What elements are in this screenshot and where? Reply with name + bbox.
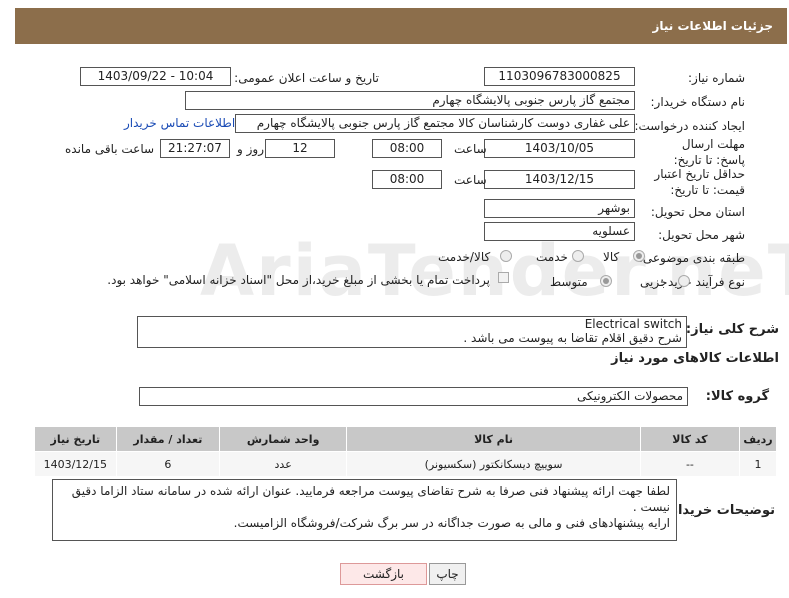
table-header-row: تاریخ نیاز تعداد / مقدار واحد شمارش نام … [34,426,777,452]
creator-label: ایجاد کننده درخواست: [634,119,745,133]
page-title: جزئیات اطلاعات نیاز [652,19,773,33]
category-option-goods-service: کالا/خدمت [438,250,491,264]
deadline-time-field: 08:00 [372,139,442,158]
process-label: نوع فرآیند خرید : [660,275,745,289]
cell-unit: عدد [219,451,348,477]
process-option-medium: متوسط [550,275,588,289]
remaining-label: ساعت باقی مانده [65,142,155,156]
deadline-date-field: 1403/10/05 [484,139,635,158]
cell-row: 1 [739,451,777,477]
col-quantity: تعداد / مقدار [115,426,221,452]
process-radio-minor[interactable] [678,275,690,287]
process-option-minor: جزیی [640,275,668,289]
announce-label: تاریخ و ساعت اعلان عمومی: [234,71,379,85]
days-label: روز و [237,142,264,156]
col-row: ردیف [739,426,777,452]
buyer-notes-line1: لطفا جهت ارائه پیشنهاد فنی صرفا به شرح ت… [71,484,670,498]
deadline-time-label: ساعت [454,142,487,156]
table-row: 1403/12/15 6 عدد سوییچ دیسکانکتور (سکسیو… [34,451,777,477]
buyer-notes-label: توضیحات خریدار: [665,503,775,518]
cell-need-date: 1403/12/15 [34,451,117,477]
province-field: بوشهر [484,199,635,218]
validity-time-label: ساعت [454,173,487,187]
creator-field: علی غفاری دوست کارشناسان کالا مجتمع گاز … [235,114,635,133]
city-label: شهر محل تحویل: [658,228,745,242]
category-radio-service[interactable] [572,250,584,262]
category-radio-goods[interactable] [633,250,645,262]
back-button[interactable]: بازگشت [340,563,427,585]
cell-item-name: سوییچ دیسکانکتور (سکسیونر) [346,451,641,477]
col-item-name: نام کالا [346,426,641,452]
watermark: AriaTender.neT [200,230,789,312]
need-number-field: 1103096783000825 [484,67,635,86]
need-number-label: شماره نیاز: [688,71,745,85]
deadline-label: مهلت ارسال پاسخ: تا تاریخ: [673,137,745,167]
buyer-notes-textarea[interactable]: لطفا جهت ارائه پیشنهاد فنی صرفا به شرح ت… [52,479,677,541]
description-line2: شرح دقیق اقلام تقاضا به پیوست می باشد . [463,331,682,345]
days-field: 12 [265,139,335,158]
category-option-goods: کالا [603,250,620,264]
col-unit: واحد شمارش [219,426,348,452]
description-textarea[interactable]: Electrical switch شرح دقیق اقلام تقاضا ب… [137,316,687,348]
buyer-notes-line2: نیست . [632,500,670,514]
goods-group-field: محصولات الکترونیکی [139,387,688,406]
goods-info-title: اطلاعات کالاهای مورد نیاز [611,351,779,366]
validity-label: حداقل تاریخ اعتبار قیمت: تا تاریخ: [654,167,745,197]
contact-buyer-link[interactable]: اطلاعات تماس خریدار [124,116,235,130]
goods-group-label: گروه کالا: [705,389,769,404]
col-need-date: تاریخ نیاز [34,426,117,452]
cell-item-code: -- [639,451,741,477]
buyer-org-label: نام دستگاه خریدار: [650,95,746,109]
payment-note: پرداخت تمام یا بخشی از مبلغ خرید،از محل … [107,273,490,287]
category-label: طبقه بندی موضوعی: [638,251,745,265]
description-line1: Electrical switch [584,317,682,331]
page-header: جزئیات اطلاعات نیاز [15,8,787,44]
announce-field: 1403/09/22 - 10:04 [80,67,231,86]
category-option-service: خدمت [536,250,568,264]
category-radio-goods-service[interactable] [500,250,512,262]
city-field: عسلویه [484,222,635,241]
treasury-payment-checkbox[interactable] [498,272,509,283]
print-button[interactable]: چاپ [429,563,466,585]
buyer-org-field: مجتمع گاز پارس جنوبی پالایشگاه چهارم [185,91,635,110]
validity-date-field: 1403/12/15 [484,170,635,189]
buyer-notes-line3: ارایه پیشنهادهای فنی و مالی به صورت جداگ… [233,516,670,530]
cell-quantity: 6 [115,451,221,477]
province-label: استان محل تحویل: [650,205,745,219]
validity-time-field: 08:00 [372,170,442,189]
description-label: شرح کلی نیاز: [685,322,779,337]
remaining-time-field: 21:27:07 [160,139,230,158]
process-radio-medium[interactable] [600,275,612,287]
items-table: تاریخ نیاز تعداد / مقدار واحد شمارش نام … [34,426,777,477]
col-item-code: کد کالا [639,426,741,452]
